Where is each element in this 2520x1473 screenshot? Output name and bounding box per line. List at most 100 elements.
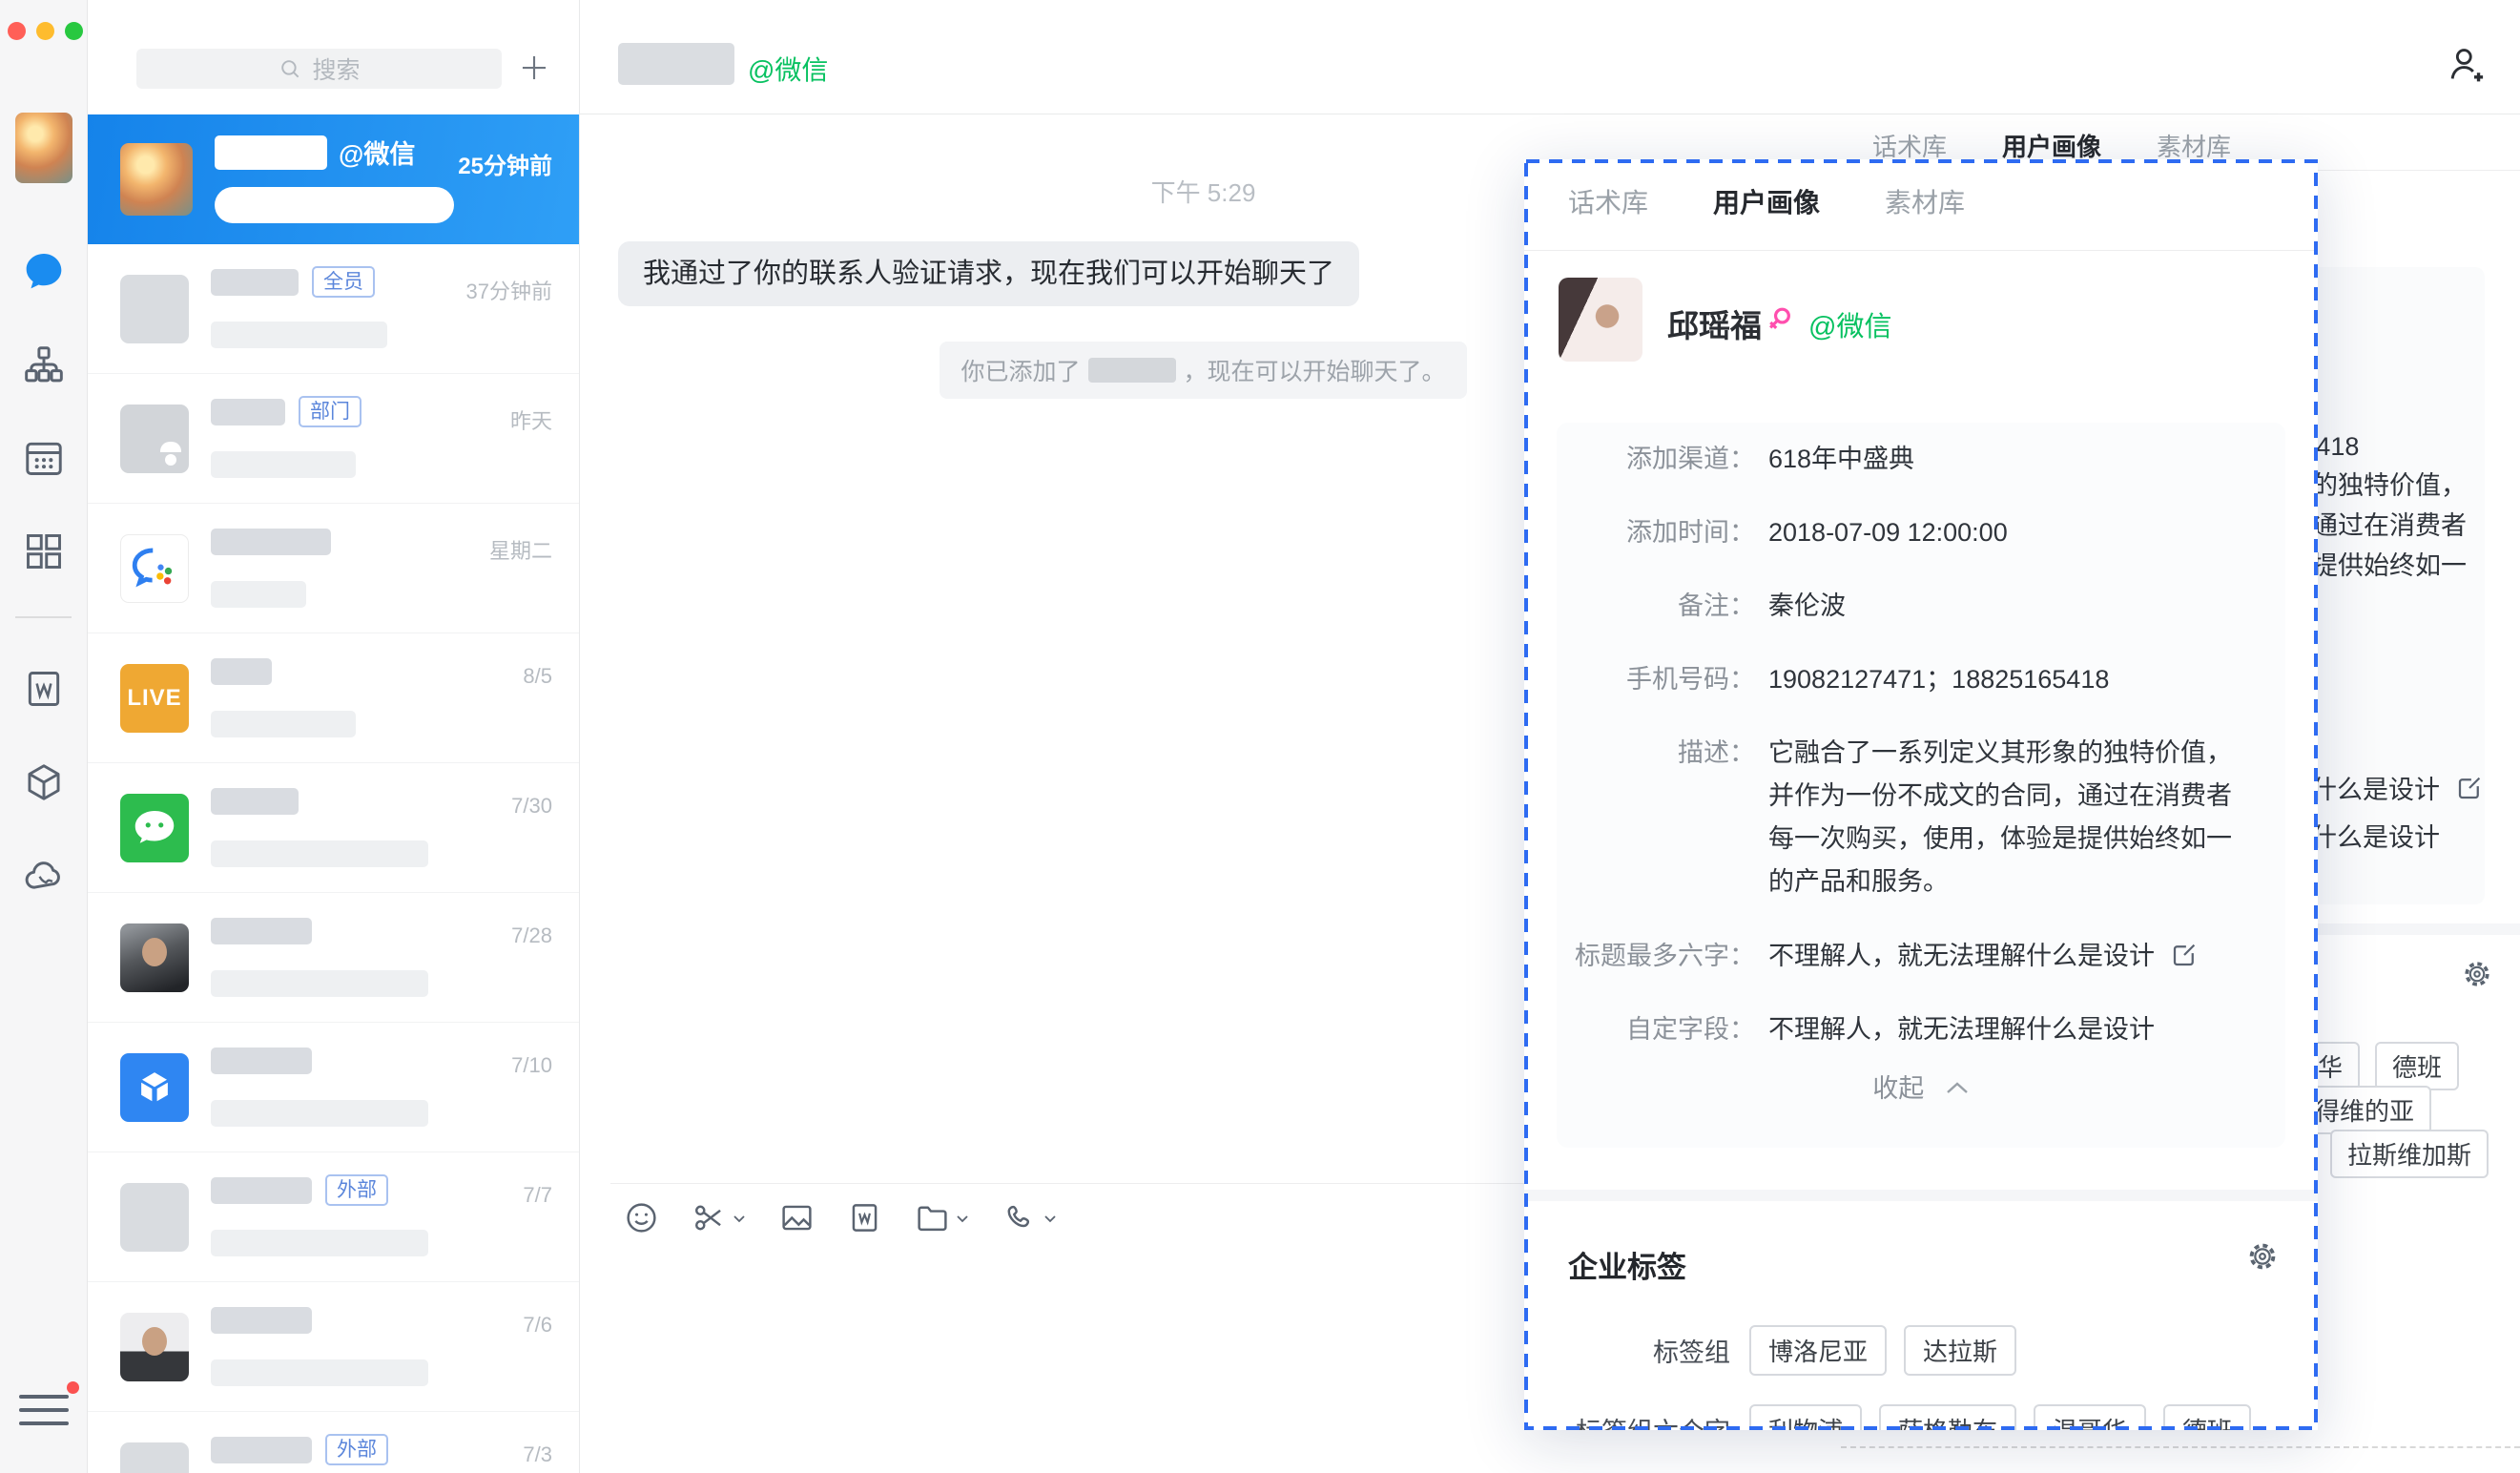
tag-group-tags: 博洛尼亚达拉斯 xyxy=(1749,1325,2016,1376)
workbench-icon[interactable] xyxy=(23,530,65,572)
profile-avatar[interactable] xyxy=(1559,278,1642,362)
profile-field: 添加渠道：618年中盛典 xyxy=(1559,438,2293,480)
chat-avatar-photo xyxy=(120,923,189,992)
search-placeholder: 搜索 xyxy=(312,52,360,86)
chat-list-item[interactable]: 7/10 xyxy=(88,1023,579,1152)
profile-field: 添加时间：2018-07-09 12:00:00 xyxy=(1559,511,2293,553)
chat-header: @微信 xyxy=(580,0,1827,114)
redacted-chat-title xyxy=(618,43,734,85)
chats-icon[interactable] xyxy=(23,250,65,292)
chat-list-item[interactable]: 星期二 xyxy=(88,504,579,633)
profile-tab-divider xyxy=(1524,250,2318,251)
image-button[interactable] xyxy=(779,1200,815,1235)
chat-list-item[interactable]: LIVE8/5 xyxy=(88,633,579,763)
add-chat-button[interactable] xyxy=(518,52,550,84)
profile-fields: 添加渠道：618年中盛典添加时间：2018-07-09 12:00:00 备注：秦… xyxy=(1559,438,2293,1082)
gear-icon[interactable] xyxy=(2461,958,2493,990)
tab-用户画像[interactable]: 用户画像 xyxy=(1713,182,1820,220)
incoming-message[interactable]: 我通过了你的联系人验证请求，现在我们可以开始聊天了 xyxy=(618,241,1359,306)
redacted-message xyxy=(211,1100,428,1127)
chat-item-body xyxy=(211,914,552,1002)
profile-field: 手机号码：19082127471；18825165418 xyxy=(1559,658,2293,700)
edit-icon[interactable] xyxy=(2455,774,2484,802)
tab-素材库[interactable]: 素材库 xyxy=(2157,128,2231,163)
chat-list-item[interactable]: @微信 25分钟前 xyxy=(88,114,579,244)
collapse-button[interactable]: 收起 xyxy=(1524,1068,2318,1105)
corp-tags-title: 企业标签 xyxy=(1568,1243,1686,1286)
tag-pill[interactable]: 萨格勒布 xyxy=(1879,1404,2016,1430)
redacted-name xyxy=(211,1048,312,1074)
chat-list-item[interactable]: 外部7/3 xyxy=(88,1412,579,1473)
tag-pill[interactable]: 德班 xyxy=(2163,1404,2251,1430)
gear-icon[interactable] xyxy=(2245,1239,2280,1274)
app-rail xyxy=(0,0,88,1473)
chat-badge: 外部 xyxy=(325,1174,388,1206)
user-avatar[interactable] xyxy=(15,113,72,183)
redacted-name xyxy=(211,529,331,555)
add-contact-icon[interactable] xyxy=(2445,44,2487,86)
tag-group-label: 标签组六个字 xyxy=(1568,1411,1730,1430)
tag-pill[interactable]: 利物浦 xyxy=(1749,1404,1862,1430)
tag-pill[interactable]: 拉斯维加斯 xyxy=(2330,1130,2489,1178)
close-window-button[interactable] xyxy=(8,22,26,40)
chat-time: 星期二 xyxy=(489,534,552,565)
field-label: 标题最多六字： xyxy=(1559,935,1755,977)
doc-button[interactable] xyxy=(847,1200,882,1235)
more-menu-icon[interactable] xyxy=(19,1395,69,1425)
redacted-message xyxy=(211,451,356,478)
chat-header-handle: @微信 xyxy=(748,50,828,88)
call-button[interactable] xyxy=(1002,1200,1058,1235)
cloud-call-icon[interactable] xyxy=(23,855,65,897)
tag-group-label: 标签组 xyxy=(1568,1332,1730,1369)
chat-list-item[interactable]: 7/6 xyxy=(88,1282,579,1412)
tag-pill[interactable]: 德班 xyxy=(2375,1042,2459,1090)
minimize-window-button[interactable] xyxy=(36,22,54,40)
description-line: 每一次购买，使用，体验是提供始终如一 xyxy=(1768,818,2232,861)
chat-list-item[interactable]: 外部7/7 xyxy=(88,1152,579,1282)
chat-list-item[interactable]: 7/30 xyxy=(88,763,579,893)
chevron-up-icon xyxy=(1945,1080,1970,1095)
redacted-name xyxy=(211,269,299,296)
chat-avatar-collage-b xyxy=(120,1183,189,1252)
redacted-name xyxy=(215,135,327,170)
chat-avatar-wecom xyxy=(120,534,189,603)
tab-素材库[interactable]: 素材库 xyxy=(1885,182,1965,220)
emoji-button[interactable] xyxy=(624,1200,659,1235)
redacted-message xyxy=(211,322,387,348)
system-message-prefix: 你已添加了 xyxy=(960,353,1080,387)
screenshot-button[interactable] xyxy=(692,1200,747,1235)
tag-pill[interactable]: 博洛尼亚 xyxy=(1749,1325,1887,1376)
contacts-icon[interactable] xyxy=(23,343,65,385)
chat-item-body: 外部 xyxy=(211,1173,552,1261)
chat-avatar-collage-c xyxy=(120,1442,189,1473)
tab-用户画像[interactable]: 用户画像 xyxy=(2002,128,2101,163)
chat-list-item[interactable]: 部门昨天 xyxy=(88,374,579,504)
calendar-icon[interactable] xyxy=(23,437,65,479)
chat-item-body xyxy=(211,1303,552,1391)
description-line: 的产品和服务。 xyxy=(1768,861,2232,903)
chat-avatar-cube xyxy=(120,1053,189,1122)
chat-avatar-photo xyxy=(120,1313,189,1381)
app-store-icon[interactable] xyxy=(23,761,65,803)
tab-话术库[interactable]: 话术库 xyxy=(1872,128,1947,163)
search-input[interactable]: 搜索 xyxy=(136,49,502,89)
file-button[interactable] xyxy=(915,1200,970,1235)
wechat-handle: @微信 xyxy=(339,134,415,171)
tab-话术库[interactable]: 话术库 xyxy=(1568,182,1648,220)
chat-avatar-wechat xyxy=(120,794,189,862)
chat-item-body xyxy=(211,784,552,872)
chat-time: 25分钟前 xyxy=(458,147,552,180)
chat-list-item[interactable]: 7/28 xyxy=(88,893,579,1023)
field-value: 19082127471；18825165418 xyxy=(1768,658,2109,700)
chat-list-item[interactable]: 全员37分钟前 xyxy=(88,244,579,374)
tag-pill[interactable]: 达拉斯 xyxy=(1904,1325,2016,1376)
zoom-window-button[interactable] xyxy=(65,22,83,40)
docs-icon[interactable] xyxy=(23,668,65,710)
edit-icon[interactable] xyxy=(2170,941,2199,969)
rail-divider xyxy=(15,616,72,618)
tag-pill[interactable]: 温哥华 xyxy=(2034,1404,2146,1430)
profile-field: 备注：秦伦波 xyxy=(1559,585,2293,627)
chevron-down-icon xyxy=(955,1213,970,1224)
chat-time: 37分钟前 xyxy=(466,275,552,305)
field-label: 描述： xyxy=(1559,732,1755,903)
